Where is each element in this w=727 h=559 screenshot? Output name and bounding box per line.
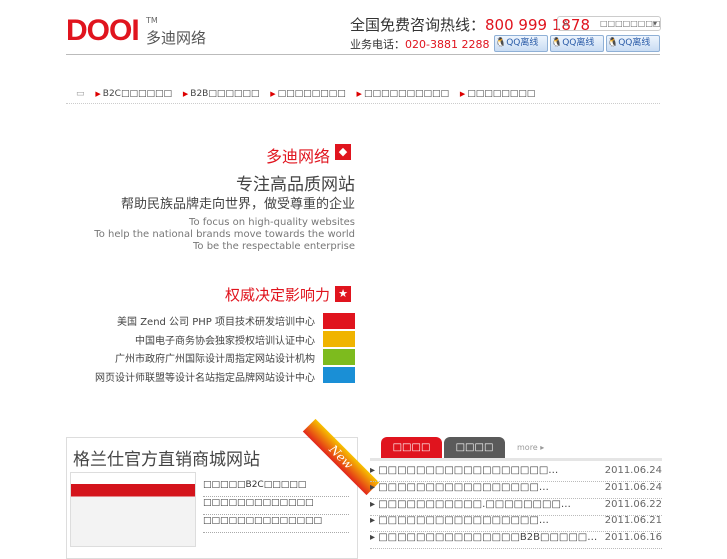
logo-subtitle: 多迪网络 (146, 29, 207, 47)
color-bar-red (323, 313, 355, 329)
logo[interactable]: DOOI (66, 14, 140, 48)
qq-label: QQ离线 (506, 38, 539, 48)
nav-item[interactable]: ▶ □□□□□□□□ (460, 89, 535, 99)
color-bar-blue (323, 367, 355, 383)
news-item[interactable]: ▸ □□□□□□□□□□□.□□□□□□□□… 2011.06.22 (370, 499, 662, 516)
en-line: To help the national brands move towards… (94, 229, 355, 240)
news-item[interactable]: ▸ □□□□□□□□□□□□□□□□□… 2011.06.21 (370, 515, 662, 532)
case-link[interactable]: □□□□□□□□□□□□□□ (203, 516, 349, 533)
nav-divider (66, 103, 660, 104)
business-phone: 业务电话：020-3881 2288 (350, 36, 489, 52)
nav-item[interactable]: ▶ □□□□□□□□ (270, 89, 345, 99)
qq-button[interactable]: 🐧QQ离线 (494, 35, 548, 52)
tab-underline (370, 458, 662, 461)
tab-news-2[interactable]: □□□□ (444, 437, 505, 458)
diamond-icon: ◆ (335, 144, 351, 160)
nav-item[interactable]: ▶ B2B□□□□□□ (183, 89, 260, 99)
case-title[interactable]: 格兰仕官方直销商城网站 (73, 445, 260, 470)
en-line: To be the respectable enterprise (192, 241, 355, 252)
hotline-label: 全国免费咨询热线： (350, 16, 486, 34)
case-thumbnail[interactable] (70, 472, 196, 547)
hotline: 全国免费咨询热线：800 999 1878 (350, 14, 590, 35)
en-line: To focus on high-quality websites (189, 217, 355, 228)
news-item[interactable]: ▸ □□□□□□□□□□□□□□□□□… 2011.06.24 (370, 482, 662, 499)
nav-item[interactable]: ▶ □□□□□□□□□□ (357, 89, 449, 99)
authority-item: 美国 Zend 公司 PHP 项目技术研发培训中心 (117, 317, 315, 328)
color-bar-green (323, 349, 355, 365)
authority-title: 权威决定影响力 (224, 286, 330, 304)
chevron-down-icon: ▾ (652, 19, 657, 28)
authority-item: 中国电子商务协会独家授权培训认证中心 (135, 336, 315, 347)
banner-english: To focus on high-quality websites To help… (94, 217, 355, 253)
news-item[interactable]: ▸ □□□□□□□□□□□□□□□B2B□□□□□… 2011.06.16 (370, 532, 662, 549)
header-divider (66, 54, 660, 55)
more-link[interactable]: more ▸ (517, 443, 544, 452)
banner-slogan: 专注高品质网站 (236, 175, 355, 195)
qq-button[interactable]: 🐧QQ离线 (550, 35, 604, 52)
banner-slogan-2: 帮助民族品牌走向世界，做受尊重的企业 (120, 197, 355, 212)
select-value: □□□□□□□□ (600, 19, 661, 28)
qq-button[interactable]: 🐧QQ离线 (606, 35, 660, 52)
banner-brand: 多迪网络 (265, 147, 330, 166)
qq-label: QQ离线 (618, 38, 651, 48)
nav-item[interactable]: ▶ B2C□□□□□□ (95, 89, 172, 99)
biz-number: 020-3881 2288 (405, 38, 490, 51)
chat-icon: ▭ (76, 89, 85, 99)
case-link[interactable]: □□□□□□□□□□□□□ (203, 498, 349, 515)
trademark: TM (146, 16, 158, 25)
authority-item: 广州市政府广州国际设计周指定网站设计机构 (115, 354, 315, 365)
authority-item: 网页设计师联盟等设计名站指定品牌网站设计中心 (95, 373, 315, 384)
star-icon: ★ (335, 286, 351, 302)
site-select[interactable]: ♙ □□□□□□□□ ▾ (557, 16, 661, 31)
biz-label: 业务电话： (350, 38, 405, 51)
news-item[interactable]: ▸ □□□□□□□□□□□□□□□□□□… 2011.06.24 (370, 465, 662, 482)
tab-news-1[interactable]: □□□□ (381, 437, 442, 458)
case-link[interactable]: □□□□□B2C□□□□□ (203, 480, 349, 497)
qq-label: QQ离线 (562, 38, 595, 48)
color-bar-yellow (323, 331, 355, 347)
nav-bar: ▭ ▶ B2C□□□□□□ ▶ B2B□□□□□□ ▶ □□□□□□□□ ▶ □□□□□… (76, 89, 543, 99)
user-icon: ♙ (562, 19, 570, 28)
